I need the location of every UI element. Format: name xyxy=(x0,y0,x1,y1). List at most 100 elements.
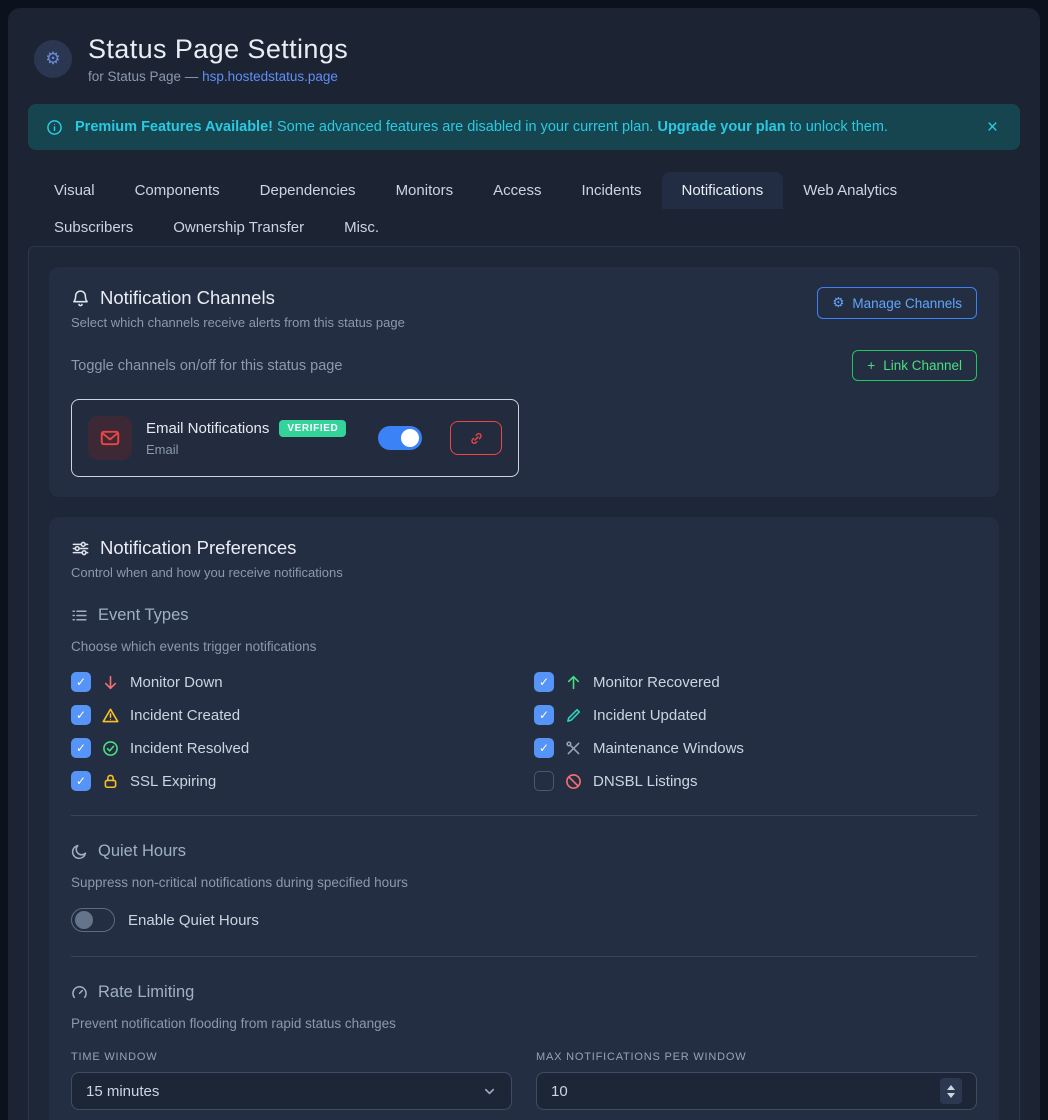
event-label: Maintenance Windows xyxy=(593,740,744,757)
max-notifications-label: MAX NOTIFICATIONS PER WINDOW xyxy=(536,1051,977,1063)
channels-title: Notification Channels xyxy=(100,287,275,309)
link-icon xyxy=(469,431,484,446)
event-types-grid: ✓ Monitor Down ✓ Monitor Recovered ✓ Incident… xyxy=(71,672,977,791)
notification-preferences-card: Notification Preferences Control when an… xyxy=(49,517,999,1120)
preferences-subtitle: Control when and how you receive notific… xyxy=(71,565,977,580)
chevron-down-icon xyxy=(482,1084,497,1099)
pencil-icon xyxy=(565,707,582,724)
notifications-tab-panel: Notification Channels Select which chann… xyxy=(28,246,1020,1120)
email-channel-card: Email Notifications VERIFIED Email xyxy=(71,399,519,477)
event-monitor-down: ✓ Monitor Down xyxy=(71,672,514,692)
banner-suffix: to unlock them. xyxy=(786,119,888,135)
banner-title: Premium Features Available! xyxy=(75,119,273,135)
check-circle-icon xyxy=(102,740,119,757)
status-page-link[interactable]: hsp.hostedstatus.page xyxy=(202,69,338,84)
upgrade-plan-link[interactable]: Upgrade your plan xyxy=(657,119,785,135)
gear-icon: ⚙ xyxy=(45,49,60,69)
toggle-knob xyxy=(75,911,93,929)
page-title: Status Page Settings xyxy=(88,34,348,65)
tab-access[interactable]: Access xyxy=(473,172,561,209)
ban-icon xyxy=(565,773,582,790)
unlink-channel-button[interactable] xyxy=(450,421,502,455)
tab-ownership-transfer[interactable]: Ownership Transfer xyxy=(153,209,324,246)
number-stepper[interactable] xyxy=(940,1078,962,1104)
tab-monitors[interactable]: Monitors xyxy=(376,172,474,209)
premium-banner: Premium Features Available! Some advance… xyxy=(28,104,1020,150)
quiet-hours-title: Quiet Hours xyxy=(98,842,186,861)
tab-notifications[interactable]: Notifications xyxy=(662,172,784,209)
checkbox-monitor-down[interactable]: ✓ xyxy=(71,672,91,692)
page-header: ⚙ Status Page Settings for Status Page —… xyxy=(28,26,1020,104)
quiet-hours-subtitle: Suppress non-critical notifications duri… xyxy=(71,875,977,890)
event-dnsbl-listings: DNSBL Listings xyxy=(534,771,977,791)
stepper-up-icon xyxy=(947,1085,955,1090)
tab-dependencies[interactable]: Dependencies xyxy=(240,172,376,209)
event-incident-resolved: ✓ Incident Resolved xyxy=(71,738,514,758)
max-notifications-field xyxy=(536,1072,977,1110)
subtitle-text: for Status Page — xyxy=(88,69,202,84)
verified-badge: VERIFIED xyxy=(279,420,346,437)
event-types-subtitle: Choose which events trigger notification… xyxy=(71,639,977,654)
quiet-hours-toggle[interactable] xyxy=(71,908,115,932)
arrow-up-icon xyxy=(565,674,582,691)
link-channel-button[interactable]: + Link Channel xyxy=(852,350,977,381)
checkbox-dnsbl-listings[interactable] xyxy=(534,771,554,791)
moon-icon xyxy=(71,843,88,860)
tab-misc[interactable]: Misc. xyxy=(324,209,399,246)
event-label: Monitor Down xyxy=(130,674,223,691)
page-subtitle: for Status Page — hsp.hostedstatus.page xyxy=(88,69,348,84)
time-window-label: TIME WINDOW xyxy=(71,1051,512,1063)
event-types-title: Event Types xyxy=(98,606,189,625)
settings-tabs: VisualComponentsDependenciesMonitorsAcce… xyxy=(28,172,1020,246)
sliders-icon xyxy=(71,539,90,558)
lock-icon xyxy=(102,773,119,790)
checkbox-incident-updated[interactable]: ✓ xyxy=(534,705,554,725)
event-incident-updated: ✓ Incident Updated xyxy=(534,705,977,725)
checkbox-incident-created[interactable]: ✓ xyxy=(71,705,91,725)
close-icon[interactable]: × xyxy=(983,116,1002,139)
bell-icon xyxy=(71,289,90,308)
checkbox-ssl-expiring[interactable]: ✓ xyxy=(71,771,91,791)
manage-channels-button[interactable]: ⚙ Manage Channels xyxy=(817,287,977,319)
time-window-value: 15 minutes xyxy=(86,1083,482,1100)
checkbox-monitor-recovered[interactable]: ✓ xyxy=(534,672,554,692)
tab-visual[interactable]: Visual xyxy=(34,172,115,209)
event-maintenance-windows: ✓ Maintenance Windows xyxy=(534,738,977,758)
banner-text: Some advanced features are disabled in y… xyxy=(273,119,657,135)
divider xyxy=(71,956,977,957)
toggle-hint: Toggle channels on/off for this status p… xyxy=(71,358,342,374)
gear-icon: ⚙ xyxy=(832,295,844,311)
event-label: Monitor Recovered xyxy=(593,674,720,691)
max-notifications-input[interactable] xyxy=(551,1083,940,1100)
rate-limiting-title: Rate Limiting xyxy=(98,983,194,1002)
checkbox-maintenance-windows[interactable]: ✓ xyxy=(534,738,554,758)
checkbox-incident-resolved[interactable]: ✓ xyxy=(71,738,91,758)
event-incident-created: ✓ Incident Created xyxy=(71,705,514,725)
gauge-icon xyxy=(71,984,88,1001)
link-channel-label: Link Channel xyxy=(883,358,962,373)
rate-limiting-subtitle: Prevent notification flooding from rapid… xyxy=(71,1016,977,1031)
event-label: Incident Created xyxy=(130,707,240,724)
event-label: SSL Expiring xyxy=(130,773,216,790)
arrow-down-icon xyxy=(102,674,119,691)
tab-incidents[interactable]: Incidents xyxy=(561,172,661,209)
event-monitor-recovered: ✓ Monitor Recovered xyxy=(534,672,977,692)
time-window-select[interactable]: 15 minutes xyxy=(71,1072,512,1110)
plus-icon: + xyxy=(867,358,875,373)
list-icon xyxy=(71,607,88,624)
event-ssl-expiring: ✓ SSL Expiring xyxy=(71,771,514,791)
divider xyxy=(71,815,977,816)
event-label: Incident Updated xyxy=(593,707,706,724)
tab-web-analytics[interactable]: Web Analytics xyxy=(783,172,917,209)
stepper-down-icon xyxy=(947,1093,955,1098)
settings-window: ⚙ Status Page Settings for Status Page —… xyxy=(8,8,1040,1120)
tab-subscribers[interactable]: Subscribers xyxy=(34,209,153,246)
email-icon xyxy=(88,416,132,460)
toggle-knob xyxy=(401,429,419,447)
tools-icon xyxy=(565,740,582,757)
event-label: Incident Resolved xyxy=(130,740,249,757)
event-label: DNSBL Listings xyxy=(593,773,698,790)
channel-name: Email Notifications xyxy=(146,420,269,437)
email-channel-toggle[interactable] xyxy=(378,426,422,450)
tab-components[interactable]: Components xyxy=(115,172,240,209)
